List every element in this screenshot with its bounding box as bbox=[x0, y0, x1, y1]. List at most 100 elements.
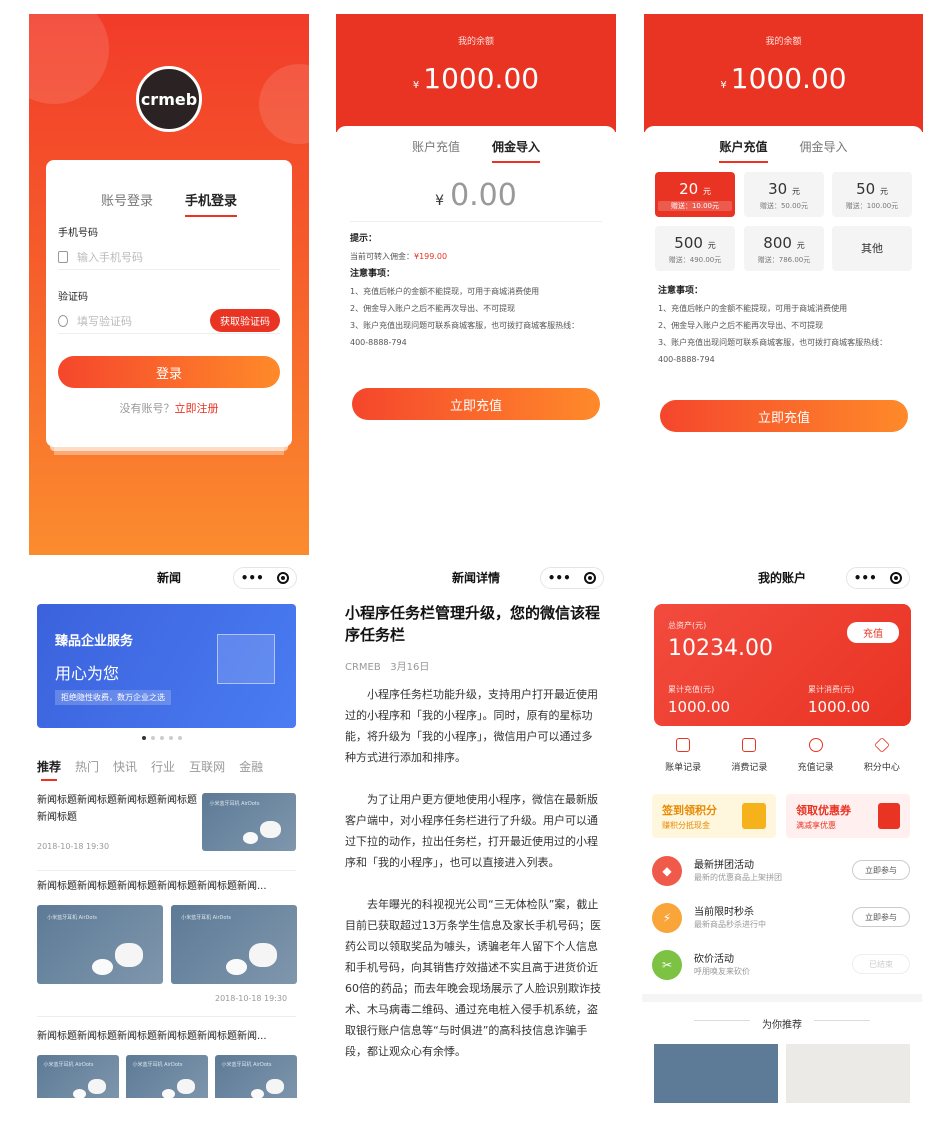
amount-option[interactable]: 50 元 赠送：100.00元 bbox=[832, 172, 912, 217]
close-icon[interactable] bbox=[890, 572, 903, 584]
recharge-button[interactable]: 充值 bbox=[847, 622, 899, 643]
register-link[interactable]: 立即注册 bbox=[175, 402, 219, 415]
option-gift: 赠送：50.00元 bbox=[759, 202, 809, 210]
code-input[interactable]: 填写验证码 bbox=[77, 313, 132, 329]
tab-commission-import[interactable]: 佣金导入 bbox=[800, 138, 848, 155]
input-value: 0.00 bbox=[450, 178, 517, 213]
cum-recharge-label: 累计充值(元) bbox=[668, 685, 715, 694]
tab-internet[interactable]: 互联网 bbox=[189, 758, 225, 775]
option-value: 800 bbox=[763, 234, 792, 252]
login-button[interactable]: 登录 bbox=[58, 356, 280, 388]
recharge-now-button[interactable]: 立即充值 bbox=[660, 400, 908, 432]
amount-option[interactable]: 500 元 赠送：490.00元 bbox=[655, 226, 735, 271]
menu-spending[interactable]: 消费记录 bbox=[719, 738, 779, 773]
join-button[interactable]: 立即参与 bbox=[852, 860, 910, 880]
article-date: 3月16日 bbox=[390, 662, 430, 673]
recommend-heading: 为你推荐 bbox=[642, 1013, 922, 1032]
capsule-menu[interactable]: ••• bbox=[846, 567, 910, 589]
phone-field[interactable]: 输入手机号码 bbox=[58, 244, 280, 270]
recommend-thumbnail[interactable] bbox=[654, 1044, 778, 1103]
menu-bills[interactable]: 账单记录 bbox=[653, 738, 713, 773]
form-card: 账户充值 佣金导入 20 元 赠送：10.00元 30 元 赠送：50.00元 … bbox=[644, 126, 923, 555]
banner[interactable]: 臻品企业服务 用心为您 拒绝隐性收费，数万企业之选 bbox=[37, 604, 296, 728]
menu-points[interactable]: 积分中心 bbox=[852, 737, 912, 773]
tab-flash[interactable]: 快讯 bbox=[113, 758, 137, 775]
get-code-button[interactable]: 获取验证码 bbox=[210, 309, 280, 332]
currency-symbol: ¥ bbox=[412, 80, 420, 91]
banner-sub: 拒绝隐性收费，数万企业之选 bbox=[55, 690, 171, 705]
tab-commission-import[interactable]: 佣金导入 bbox=[492, 138, 541, 163]
decor-bubble bbox=[29, 14, 109, 104]
activity-title: 当前限时秒杀 bbox=[694, 907, 754, 918]
recharge-now-button[interactable]: 立即充值 bbox=[352, 388, 600, 420]
menu-label: 积分中心 bbox=[863, 763, 900, 773]
banner-dots bbox=[142, 736, 182, 740]
paragraph: 为了让用户更方便地使用小程序，微信在最新版客户端中，对小程序任务栏进行了升级。用… bbox=[345, 793, 598, 869]
recommend-label: 为你推荐 bbox=[750, 1020, 814, 1031]
category-tabs: 推荐 热门 快讯 行业 互联网 金融 bbox=[37, 758, 263, 781]
code-field[interactable]: 填写验证码 获取验证码 bbox=[58, 308, 280, 334]
news-thumbnail[interactable]: 小米蓝牙耳机 AirDots bbox=[37, 1055, 119, 1098]
thumb-caption: 小米蓝牙耳机 AirDots bbox=[43, 1062, 94, 1068]
activity-row[interactable]: ⚡ 当前限时秒杀 最新商品秒杀进行中 立即参与 bbox=[652, 901, 912, 941]
thumb-caption: 小米蓝牙耳机 AirDots bbox=[209, 800, 260, 807]
cum-spend: 1000.00 bbox=[808, 698, 871, 716]
balance-amount: 1000.00 bbox=[423, 62, 540, 95]
capsule-menu[interactable]: ••• bbox=[540, 567, 604, 589]
total-assets: 10234.00 bbox=[668, 636, 773, 661]
news-title[interactable]: 新闻标题新闻标题新闻标题新闻标题新闻标题 bbox=[37, 792, 197, 826]
capsule-menu[interactable]: ••• bbox=[233, 567, 297, 589]
page-title: 我的账户 bbox=[757, 570, 806, 585]
news-title[interactable]: 新闻标题新闻标题新闻标题新闻标题新闻标题新闻... bbox=[37, 878, 299, 895]
more-icon[interactable]: ••• bbox=[241, 571, 264, 585]
more-icon[interactable]: ••• bbox=[548, 571, 571, 585]
tab-hot[interactable]: 热门 bbox=[75, 758, 99, 775]
tab-recharge[interactable]: 账户充值 bbox=[719, 138, 768, 163]
tab-finance[interactable]: 金融 bbox=[239, 758, 263, 775]
coupon-promo[interactable]: 领取优惠券 满减享优惠 bbox=[786, 794, 910, 838]
activity-row[interactable]: ◆ 最新拼团活动 最新的优惠商品上架拼团 立即参与 bbox=[652, 854, 912, 894]
news-thumbnail[interactable]: 小米蓝牙耳机 AirDots bbox=[202, 793, 296, 851]
news-thumbnail[interactable]: 小米蓝牙耳机 AirDots bbox=[37, 905, 163, 984]
amount-option[interactable]: 30 元 赠送：50.00元 bbox=[744, 172, 824, 217]
tab-account-login[interactable]: 账号登录 bbox=[101, 190, 153, 209]
lock-icon bbox=[58, 314, 68, 327]
close-icon[interactable] bbox=[277, 572, 290, 584]
total-assets-label: 总资产(元) bbox=[668, 621, 707, 630]
more-icon[interactable]: ••• bbox=[854, 571, 877, 585]
brand-logo: crmeb bbox=[136, 66, 202, 132]
option-value: 20 bbox=[679, 180, 699, 198]
commission-import-screen: 我的余额 ¥1000.00 账户充值 佣金导入 ¥0.00 提示： 当前可转入佣… bbox=[336, 14, 616, 555]
menu-recharge[interactable]: 充值记录 bbox=[786, 738, 846, 773]
option-gift: 赠送：786.00元 bbox=[757, 256, 811, 264]
phone-input[interactable]: 输入手机号码 bbox=[77, 249, 143, 265]
amount-option[interactable]: 20 元 赠送：10.00元 bbox=[655, 172, 735, 217]
note-line: 2、佣金导入账户之后不能再次导出、不可提现 bbox=[658, 321, 824, 330]
recommend-thumbnail[interactable] bbox=[786, 1044, 910, 1103]
tab-recharge[interactable]: 账户充值 bbox=[412, 138, 460, 155]
join-button[interactable]: 立即参与 bbox=[852, 907, 910, 927]
activity-sub: 最新商品秒杀进行中 bbox=[694, 920, 766, 929]
close-icon[interactable] bbox=[584, 572, 597, 584]
login-screen: crmeb 账号登录 手机登录 手机号码 输入手机号码 验证码 填写验证码 获取… bbox=[29, 14, 309, 555]
activity-row[interactable]: ✂ 砍价活动 呼朋唤友来砍价 已结束 bbox=[652, 948, 912, 988]
bill-icon bbox=[676, 738, 691, 752]
news-thumbnail[interactable]: 小米蓝牙耳机 AirDots bbox=[215, 1055, 297, 1098]
news-thumbnail[interactable]: 小米蓝牙耳机 AirDots bbox=[126, 1055, 208, 1098]
sign-in-promo[interactable]: 签到领积分 赚积分抵现金 bbox=[652, 794, 776, 838]
tip-amount: ¥199.00 bbox=[414, 252, 448, 261]
amount-option-other[interactable]: 其他 bbox=[832, 226, 912, 271]
tab-recommend[interactable]: 推荐 bbox=[37, 758, 61, 781]
notes: 注意事项： 1、充值后帐户的金额不能提现，可用于商城消费使用 2、佣金导入账户之… bbox=[658, 282, 911, 368]
news-title[interactable]: 新闻标题新闻标题新闻标题新闻标题新闻标题新闻... bbox=[37, 1028, 299, 1045]
no-account-text: 没有账号？ bbox=[119, 402, 175, 415]
note-line: 3、账户充值出现问题可联系商城客服，也可拨打商城客服热线： bbox=[350, 321, 580, 330]
option-gift: 赠送：490.00元 bbox=[668, 256, 722, 264]
amount-option[interactable]: 800 元 赠送：786.00元 bbox=[744, 226, 824, 271]
group-buy-icon: ◆ bbox=[652, 856, 682, 886]
tab-industry[interactable]: 行业 bbox=[151, 758, 175, 775]
amount-input[interactable]: ¥0.00 bbox=[350, 178, 602, 222]
bargain-icon: ✂ bbox=[652, 950, 682, 980]
news-thumbnail[interactable]: 小米蓝牙耳机 AirDots bbox=[171, 905, 297, 984]
tab-phone-login[interactable]: 手机登录 bbox=[185, 190, 238, 217]
